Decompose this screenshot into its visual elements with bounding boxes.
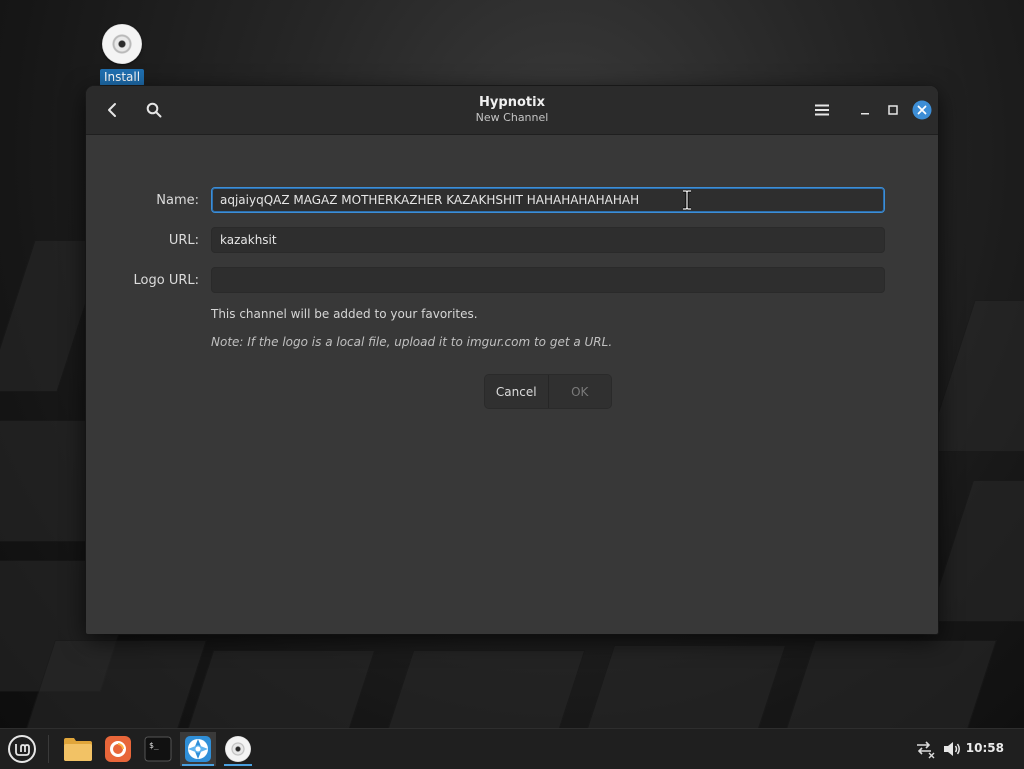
taskbar-firefox[interactable] [100, 732, 136, 766]
logo-note: Note: If the logo is a local file, uploa… [211, 335, 613, 349]
logo-url-input[interactable] [211, 267, 885, 293]
volume-tray-button[interactable] [942, 739, 962, 763]
name-label: Name: [156, 193, 199, 208]
network-tray-button[interactable] [914, 739, 936, 763]
new-channel-window: Hypnotix New Channel Name: aqjaiyqQAZ MA… [86, 86, 938, 634]
clock[interactable]: 10:58 [966, 741, 1004, 755]
minimize-button[interactable] [851, 96, 879, 124]
name-input[interactable]: aqjaiyqQAZ MAGAZ MOTHERKAZHER KAZAKHSHIT… [211, 187, 885, 213]
ok-button[interactable]: OK [548, 375, 611, 408]
close-button[interactable] [908, 96, 936, 124]
logo-url-label: Logo URL: [133, 273, 199, 288]
taskbar-terminal[interactable]: $_ [140, 732, 176, 766]
disc-icon [102, 24, 142, 64]
dialog-buttons: Cancel OK [484, 374, 612, 409]
start-menu-button[interactable] [4, 732, 40, 766]
folder-icon [64, 738, 92, 761]
maximize-button[interactable] [879, 96, 907, 124]
taskbar: $_ 10:58 [0, 728, 1024, 769]
taskbar-install-disc[interactable] [220, 732, 256, 766]
header-bar: Hypnotix New Channel [86, 86, 938, 135]
minimize-icon [861, 113, 869, 115]
close-icon [912, 100, 932, 120]
mint-menu-icon [8, 735, 36, 763]
url-input[interactable]: kazakhsit [211, 227, 885, 253]
url-label: URL: [168, 233, 199, 248]
hamburger-menu-icon [815, 104, 829, 116]
firefox-icon [105, 736, 131, 762]
taskbar-separator [48, 735, 49, 763]
maximize-icon [888, 105, 898, 115]
text-cursor-icon [683, 190, 691, 210]
favorites-note: This channel will be added to your favor… [211, 307, 478, 321]
volume-icon [944, 742, 960, 756]
taskbar-hypnotix[interactable] [180, 732, 216, 766]
disc-icon [225, 736, 251, 762]
terminal-icon: $_ [144, 736, 172, 762]
cancel-button[interactable]: Cancel [485, 375, 549, 408]
svg-text:$_: $_ [149, 741, 159, 750]
desktop-icon-install[interactable]: Install [96, 24, 148, 86]
menu-button[interactable] [808, 96, 836, 124]
taskbar-files[interactable] [60, 732, 96, 766]
network-disconnected-icon [917, 741, 935, 759]
hypnotix-icon [185, 736, 211, 762]
desktop-icon-label: Install [99, 69, 145, 86]
